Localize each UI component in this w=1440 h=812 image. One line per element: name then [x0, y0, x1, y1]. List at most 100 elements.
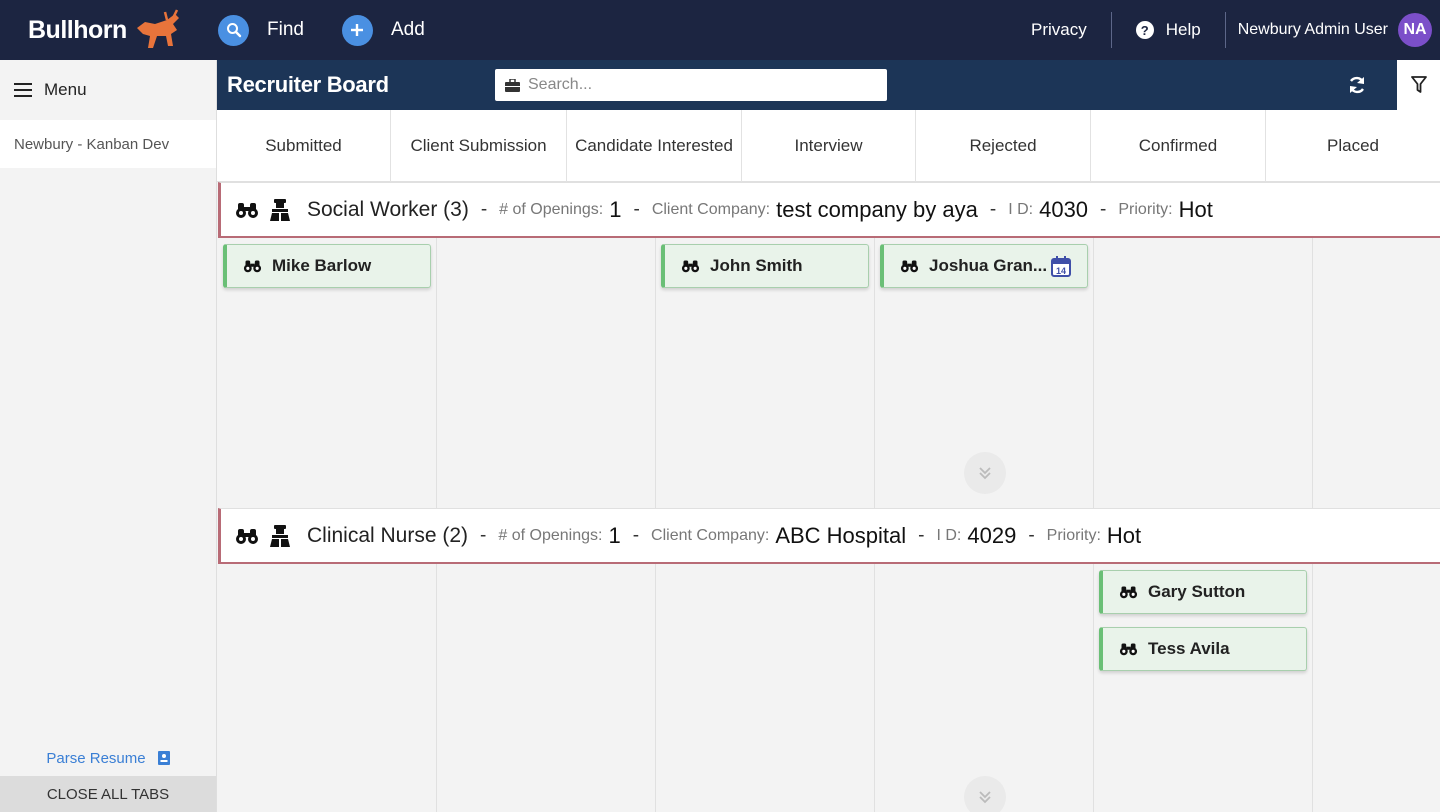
- candidate-card[interactable]: Gary Sutton: [1099, 570, 1307, 614]
- candidate-card[interactable]: Joshua Gran... 14: [880, 244, 1088, 288]
- client-company-value: test company by aya: [776, 196, 978, 222]
- binoculars-icon: [681, 259, 700, 273]
- search-input[interactable]: [528, 76, 868, 94]
- question-icon: ?: [1135, 21, 1154, 39]
- expand-lane-button[interactable]: [964, 452, 1006, 494]
- calendar-icon[interactable]: 14: [1051, 255, 1072, 277]
- privacy-link[interactable]: Privacy: [1007, 12, 1111, 48]
- candidate-card[interactable]: Tess Avila: [1099, 627, 1307, 671]
- candidate-name: Tess Avila: [1148, 639, 1230, 658]
- avatar[interactable]: NA: [1398, 13, 1432, 47]
- openings-label: # of Openings:: [499, 200, 604, 218]
- priority-label: Priority:: [1118, 200, 1173, 218]
- column-divider: [1312, 238, 1313, 508]
- binoculars-icon: [1119, 642, 1138, 656]
- separator: -: [1028, 524, 1035, 546]
- swimlane-body: Mike Barlow John Smith Joshua Gran... 14: [218, 238, 1440, 508]
- binoculars-icon: [1119, 585, 1138, 599]
- binoculars-icon: [235, 527, 259, 545]
- brand-name: Bullhorn: [28, 15, 127, 44]
- page-title: Recruiter Board: [227, 72, 389, 97]
- openings-value: 1: [609, 196, 622, 222]
- document-icon: [157, 751, 170, 765]
- separator: -: [480, 198, 488, 220]
- user-name[interactable]: Newbury Admin User: [1226, 21, 1398, 39]
- column-header-placed: Placed: [1327, 136, 1379, 155]
- separator: -: [1100, 198, 1107, 220]
- find-button[interactable]: Find: [218, 14, 304, 46]
- help-label: Help: [1165, 20, 1201, 39]
- priority-value: Hot: [1178, 196, 1213, 222]
- id-label: I D:: [1008, 200, 1034, 218]
- refresh-icon: [1349, 76, 1365, 94]
- hamburger-icon: [14, 83, 32, 97]
- recruiter-icon: [269, 198, 291, 222]
- chevron-double-down-icon: [979, 791, 991, 804]
- column-header-client-submission: Client Submission: [391, 110, 567, 182]
- client-company-value: ABC Hospital: [775, 522, 907, 548]
- column-divider: [655, 564, 656, 812]
- candidate-name: Mike Barlow: [272, 256, 372, 275]
- column-divider: [874, 564, 875, 812]
- id-value: 4030: [1039, 196, 1089, 222]
- menu-button[interactable]: Menu: [0, 60, 216, 120]
- search-icon: [218, 14, 249, 46]
- plus-icon: [341, 14, 373, 46]
- find-label: Find: [267, 19, 304, 40]
- separator: -: [632, 524, 640, 546]
- candidate-name: John Smith: [710, 256, 803, 275]
- column-header-confirmed: Confirmed: [1091, 110, 1266, 182]
- chevron-double-down-icon: [979, 467, 991, 480]
- column-header-submitted: Submitted: [217, 110, 391, 182]
- separator: -: [633, 198, 640, 220]
- close-all-tabs-button[interactable]: CLOSE ALL TABS: [0, 776, 216, 812]
- top-nav: Bullhorn Find Add Privacy ? Help Newbury…: [0, 0, 1440, 60]
- priority-label: Priority:: [1046, 526, 1101, 544]
- separator: -: [989, 198, 997, 220]
- column-divider: [1312, 564, 1313, 812]
- column-divider: [1093, 564, 1094, 812]
- job-title[interactable]: Clinical Nurse (2): [307, 524, 468, 548]
- expand-lane-button[interactable]: [964, 776, 1006, 812]
- swimlane-header[interactable]: Social Worker (3) - # of Openings: 1- Client…: [218, 182, 1440, 238]
- parse-resume-label: Parse Resume: [46, 749, 146, 767]
- candidate-card[interactable]: John Smith: [661, 244, 869, 288]
- binoculars-icon: [900, 259, 919, 273]
- separator: -: [480, 524, 487, 546]
- brand-logo[interactable]: Bullhorn: [28, 8, 218, 52]
- column-divider: [436, 238, 437, 508]
- help-link[interactable]: ? Help: [1112, 12, 1225, 48]
- add-button[interactable]: Add: [341, 14, 425, 46]
- menu-label: Menu: [44, 80, 87, 99]
- bull-icon: [136, 9, 179, 48]
- client-company-label: Client Company:: [651, 200, 771, 218]
- candidate-card[interactable]: Mike Barlow: [223, 244, 431, 288]
- column-header-rejected: Rejected: [916, 110, 1091, 182]
- binoculars-icon: [243, 259, 262, 273]
- nav-right: Privacy ? Help Newbury Admin User NA: [1007, 0, 1440, 60]
- swimlane-header[interactable]: Clinical Nurse (2) - # of Openings: 1- Clien…: [218, 508, 1440, 564]
- filter-icon: [1410, 76, 1427, 93]
- candidate-name: Joshua Gran...: [929, 256, 1048, 275]
- column-divider: [1093, 238, 1094, 508]
- search-box[interactable]: [495, 69, 887, 101]
- id-value: 4029: [967, 522, 1017, 548]
- separator: -: [918, 524, 925, 546]
- job-title[interactable]: Social Worker (3): [307, 198, 469, 222]
- filter-button[interactable]: [1397, 60, 1440, 110]
- add-label: Add: [390, 19, 425, 40]
- column-headers: Submitted Client Submission Candidate Inte…: [217, 110, 1440, 182]
- openings-label: # of Openings:: [498, 526, 603, 544]
- openings-value: 1: [608, 522, 621, 548]
- column-divider: [436, 564, 437, 812]
- svg-text:14: 14: [1056, 266, 1066, 276]
- binoculars-icon: [235, 201, 259, 219]
- column-header-candidate-interested: Candidate Interested: [567, 110, 742, 182]
- recruiter-icon: [269, 524, 291, 548]
- board-header: Recruiter Board: [217, 60, 1440, 110]
- priority-value: Hot: [1106, 522, 1142, 548]
- briefcase-icon: [505, 78, 520, 92]
- sidebar-tab-kanban-dev[interactable]: Newbury - Kanban Dev: [0, 120, 216, 168]
- refresh-button[interactable]: [1347, 75, 1367, 95]
- parse-resume-link[interactable]: Parse Resume: [0, 746, 216, 770]
